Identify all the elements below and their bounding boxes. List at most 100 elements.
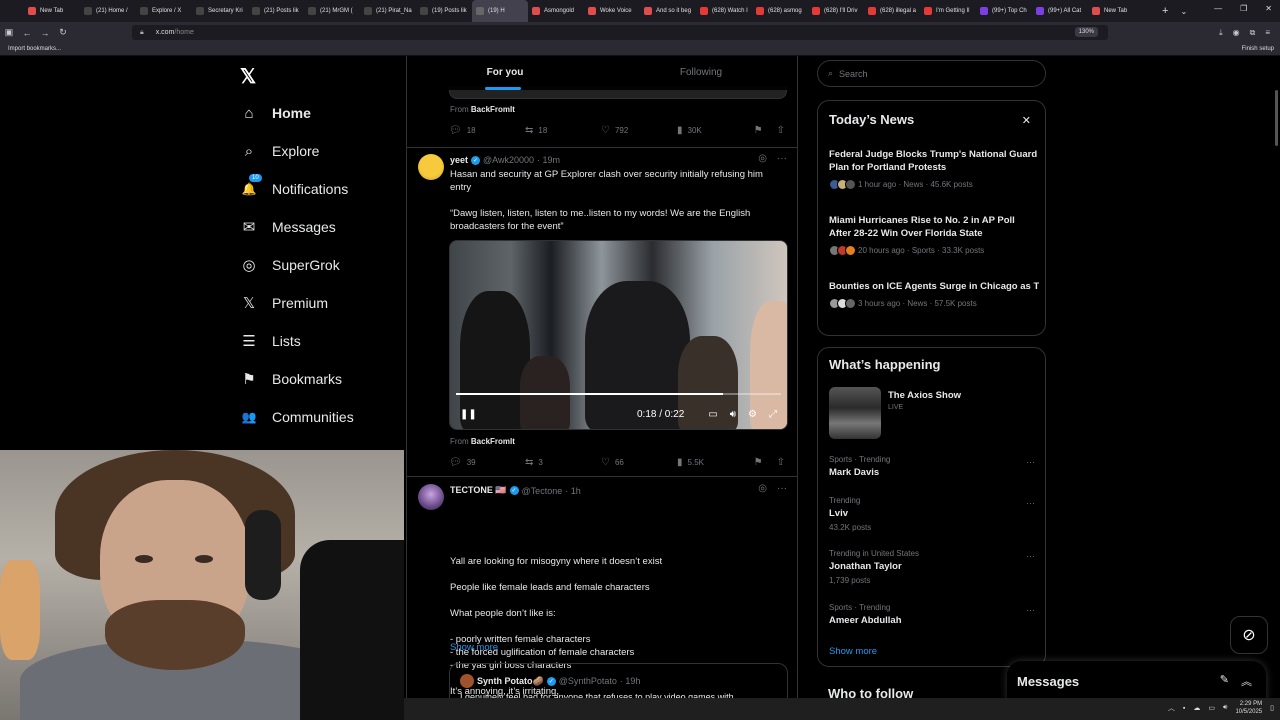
browser-tab[interactable]: (21) Posts lik bbox=[248, 0, 304, 22]
more-options-icon[interactable]: ··· bbox=[1026, 457, 1035, 467]
trend-item[interactable]: Sports · Trending Mark Davis ··· bbox=[829, 455, 1041, 478]
trend-item[interactable]: Trending Lviv 43.2K posts ··· bbox=[829, 496, 1041, 532]
close-icon[interactable]: ✕ bbox=[1022, 114, 1031, 127]
pause-icon[interactable]: ❚❚ bbox=[460, 409, 477, 420]
search-input[interactable]: ⌕ Search bbox=[817, 60, 1046, 87]
repost-button[interactable]: ⇆ 18 bbox=[525, 125, 601, 136]
author-name[interactable]: yeet bbox=[450, 155, 468, 165]
browser-tab[interactable]: (99+) All Cat bbox=[1032, 0, 1088, 22]
tab-following[interactable]: Following bbox=[603, 56, 797, 90]
browser-tab[interactable]: (21) Pirat_Na bbox=[360, 0, 416, 22]
post-time[interactable]: · 1h bbox=[565, 486, 581, 496]
browser-tab[interactable]: (19) Posts lik bbox=[416, 0, 472, 22]
downloads-icon[interactable]: ⤓ bbox=[1219, 28, 1223, 38]
expand-icon[interactable]: ︽ bbox=[1241, 673, 1252, 689]
menu-icon[interactable]: ≡ bbox=[1265, 28, 1270, 38]
bookmark-icon[interactable]: ⚑ bbox=[754, 125, 763, 136]
trend-item[interactable]: Sports · Trending Ameer Abdullah ··· bbox=[829, 603, 1041, 626]
grok-floating-button[interactable]: ⊘ bbox=[1230, 616, 1268, 654]
like-button[interactable]: ♡ 66 bbox=[601, 457, 677, 468]
new-message-icon[interactable]: ✎ bbox=[1220, 673, 1229, 689]
share-icon[interactable]: ⇧ bbox=[777, 125, 785, 136]
sidebar-item-notifications[interactable]: 🔔 10 Notifications bbox=[240, 174, 348, 198]
reply-button[interactable]: 💬︎ 18 bbox=[449, 125, 525, 136]
bookmark-icon[interactable]: ⚑ bbox=[754, 457, 763, 468]
tray-overflow-icon[interactable]: ︿ bbox=[1168, 703, 1175, 713]
browser-tab[interactable]: Asmongold bbox=[528, 0, 584, 22]
sidebar-item-explore[interactable]: ⌕ Explore bbox=[240, 142, 320, 160]
extensions-icon[interactable]: ⧉ bbox=[1250, 28, 1256, 38]
captions-icon[interactable]: ▭ bbox=[708, 409, 717, 420]
browser-tab[interactable]: And so it beg bbox=[640, 0, 696, 22]
close-window-icon[interactable]: ✕ bbox=[1265, 4, 1272, 13]
browser-tab[interactable]: (99+) Top Ch bbox=[976, 0, 1032, 22]
forward-icon[interactable]: → bbox=[36, 28, 54, 38]
fullscreen-icon[interactable]: ⤢ bbox=[769, 409, 777, 420]
more-options-icon[interactable]: ··· bbox=[777, 483, 787, 494]
list-all-tabs-icon[interactable]: ⌄ bbox=[1180, 7, 1187, 16]
views-button[interactable]: ▮ 5.5K bbox=[677, 457, 753, 468]
messages-drawer[interactable]: Messages ✎ ︽ bbox=[1007, 661, 1266, 701]
browser-tab[interactable]: (628) asmog bbox=[752, 0, 808, 22]
maximize-icon[interactable]: ❐ bbox=[1240, 4, 1247, 13]
avatar[interactable] bbox=[418, 484, 444, 510]
zoom-level[interactable]: 130% bbox=[1074, 27, 1098, 37]
browser-tab[interactable]: (628) Watch I bbox=[696, 0, 752, 22]
finish-setup-button[interactable]: Finish setup bbox=[1242, 46, 1274, 52]
sidebar-item-supergrok[interactable]: ◎ SuperGrok bbox=[240, 256, 339, 274]
sidebar-toggle-icon[interactable]: ▣ bbox=[0, 27, 18, 38]
post-time[interactable]: · 19m bbox=[537, 155, 560, 165]
views-button[interactable]: ▮ 30K bbox=[677, 125, 753, 136]
network-icon[interactable]: ▭ bbox=[1208, 704, 1215, 712]
sidebar-item-premium[interactable]: 𝕏 Premium bbox=[240, 294, 328, 312]
sidebar-item-messages[interactable]: ✉ Messages bbox=[240, 218, 336, 236]
browser-tab[interactable]: Secretary Kri bbox=[192, 0, 248, 22]
author-name[interactable]: TECTONE 🇺🇸 bbox=[450, 485, 507, 496]
grok-icon[interactable]: ◎ bbox=[758, 153, 767, 164]
page-scrollbar[interactable] bbox=[1275, 90, 1278, 146]
show-more-link[interactable]: Show more bbox=[450, 642, 498, 653]
more-options-icon[interactable]: ··· bbox=[777, 153, 787, 164]
sidebar-item-bookmarks[interactable]: ⚑ Bookmarks bbox=[240, 370, 342, 388]
repost-button[interactable]: ⇆ 3 bbox=[525, 457, 601, 468]
author-handle[interactable]: @Awk20000 bbox=[483, 155, 534, 165]
avatar[interactable] bbox=[418, 154, 444, 180]
source-link[interactable]: BackFromIt bbox=[471, 437, 515, 446]
tab-for-you[interactable]: For you bbox=[407, 56, 603, 90]
trend-item[interactable]: Trending in United States Jonathan Taylo… bbox=[829, 549, 1041, 585]
browser-tab[interactable]: (628) I'll Driv bbox=[808, 0, 864, 22]
browser-tab[interactable]: New Tab bbox=[24, 0, 80, 22]
video-player[interactable]: ❚❚ 0:18 / 0:22 ▭ 🔊︎ ⚙ ⤢ bbox=[449, 240, 788, 430]
news-item[interactable]: Miami Hurricanes Rise to No. 2 in AP Pol… bbox=[829, 214, 1039, 256]
like-button[interactable]: ♡ 792 bbox=[601, 125, 677, 136]
browser-tab[interactable]: (21) Home / bbox=[80, 0, 136, 22]
sidebar-item-communities[interactable]: 👥 Communities bbox=[240, 408, 354, 426]
volume-icon[interactable]: 🔊︎ bbox=[730, 409, 736, 420]
post-yeet[interactable]: yeet ✓ @Awk20000 · 19m ◎ ··· Hasan and s… bbox=[407, 148, 797, 476]
settings-gear-icon[interactable]: ⚙ bbox=[748, 409, 757, 420]
bookmark-import[interactable]: Import bookmarks... bbox=[8, 46, 61, 52]
url-bar[interactable]: 🔒︎ x.com/home 130% bbox=[132, 25, 1108, 40]
reply-button[interactable]: 💬︎ 39 bbox=[449, 457, 525, 468]
back-icon[interactable]: ← bbox=[18, 28, 36, 38]
show-more-link[interactable]: Show more bbox=[829, 646, 877, 657]
source-link[interactable]: BackFromIt bbox=[471, 105, 515, 114]
reload-icon[interactable]: ↻ bbox=[54, 27, 72, 38]
video-progress-bar[interactable] bbox=[456, 393, 781, 395]
featured-title[interactable]: The Axios Show bbox=[888, 390, 961, 401]
browser-tab[interactable]: (628) illegal a bbox=[864, 0, 920, 22]
x-logo-icon[interactable]: 𝕏 bbox=[240, 64, 256, 89]
grok-icon[interactable]: ◎ bbox=[758, 483, 767, 494]
more-options-icon[interactable]: ··· bbox=[1026, 498, 1035, 508]
cloud-icon[interactable]: ☁ bbox=[1193, 704, 1200, 712]
featured-thumbnail[interactable] bbox=[829, 387, 881, 439]
notifications-icon[interactable]: ▯ bbox=[1270, 704, 1274, 712]
sidebar-item-lists[interactable]: ☰ Lists bbox=[240, 332, 301, 350]
browser-tab[interactable]: (21) MrGM ( bbox=[304, 0, 360, 22]
browser-tab[interactable]: New Tab bbox=[1088, 0, 1144, 22]
more-options-icon[interactable]: ··· bbox=[1026, 551, 1035, 561]
app-tray-icon[interactable]: ▪ bbox=[1183, 705, 1185, 712]
more-options-icon[interactable]: ··· bbox=[1026, 605, 1035, 615]
author-handle[interactable]: @Tectone bbox=[522, 486, 563, 496]
account-icon[interactable]: ◉ bbox=[1233, 28, 1240, 38]
